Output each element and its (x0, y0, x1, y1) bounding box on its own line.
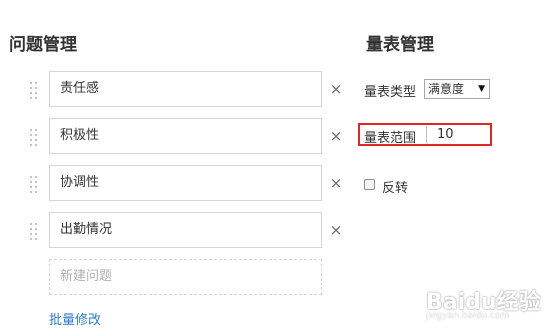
new-question-input[interactable] (49, 259, 322, 295)
question-input[interactable] (49, 212, 322, 248)
scale-type-label: 量表类型 (364, 85, 417, 100)
scale-type-value: 满意度 (428, 82, 465, 96)
question-row: × (26, 212, 356, 250)
question-input[interactable] (49, 118, 322, 154)
new-question-row (26, 259, 356, 297)
remove-question-icon[interactable]: × (328, 81, 344, 97)
drag-handle-icon[interactable] (30, 176, 38, 193)
question-input[interactable] (49, 165, 322, 201)
watermark-url: jingyan.baidu.com (426, 311, 510, 321)
drag-handle-icon[interactable] (30, 82, 38, 99)
question-row: × (26, 165, 356, 203)
remove-question-icon[interactable]: × (328, 128, 344, 144)
remove-question-icon[interactable]: × (328, 175, 344, 191)
scale-range-input[interactable] (426, 126, 488, 143)
reverse-checkbox[interactable] (364, 179, 375, 190)
drag-handle-icon[interactable] (30, 223, 38, 240)
scale-management-title: 量表管理 (366, 35, 434, 55)
question-row: × (26, 118, 356, 156)
drag-handle-icon[interactable] (30, 129, 38, 146)
scale-type-select[interactable]: 满意度 ▼ (424, 79, 490, 99)
question-row: × (26, 71, 356, 109)
baidu-jingyan-watermark: Baidu经验 jingyan.baidu.com (424, 282, 554, 328)
question-management-title: 问题管理 (9, 35, 77, 55)
question-input[interactable] (49, 71, 322, 107)
remove-question-icon[interactable]: × (328, 222, 344, 238)
batch-edit-link[interactable]: 批量修改 (49, 309, 101, 328)
reverse-label: 反转 (382, 181, 409, 196)
dropdown-arrow-icon: ▼ (478, 84, 485, 94)
scale-range-label: 量表范围 (364, 131, 417, 146)
